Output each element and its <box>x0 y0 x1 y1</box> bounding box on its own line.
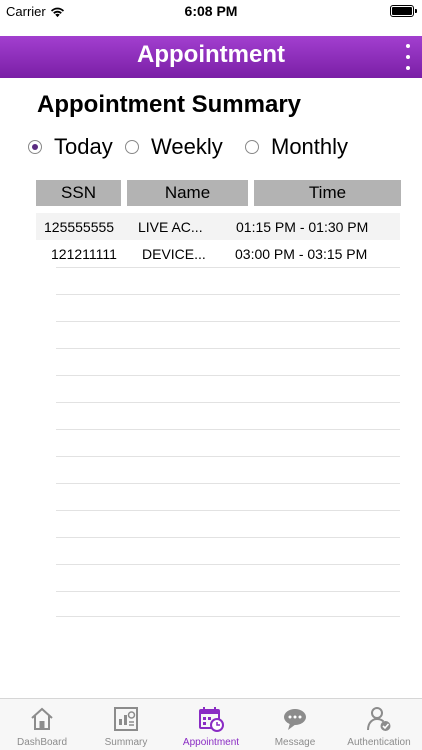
row-divider <box>56 483 400 484</box>
battery-icon <box>390 5 417 17</box>
radio-label: Monthly <box>271 134 349 159</box>
tab-bar: DashBoard Summary Appointment Message Au… <box>0 698 422 750</box>
cell-name: LIVE AC... <box>138 219 203 235</box>
table-row[interactable]: 121211111 DEVICE... 03:00 PM - 03:15 PM <box>36 240 400 267</box>
tab-label: Summary <box>104 737 148 748</box>
status-time: 6:08 PM <box>184 3 238 19</box>
row-divider <box>56 456 400 457</box>
row-divider <box>56 375 400 376</box>
row-divider <box>56 591 400 592</box>
row-divider <box>56 429 400 430</box>
cell-time: 01:15 PM - 01:30 PM <box>236 219 369 235</box>
row-divider <box>56 294 400 295</box>
radio-label: Weekly <box>151 134 223 159</box>
report-icon <box>114 707 138 731</box>
row-divider <box>56 267 400 268</box>
chat-bubble-icon <box>284 709 306 730</box>
row-divider <box>56 564 400 565</box>
radio-label: Today <box>54 134 113 159</box>
tab-dashboard[interactable]: DashBoard <box>0 699 84 750</box>
tab-label: Appointment <box>182 737 240 748</box>
row-divider <box>56 402 400 403</box>
status-bar: Carrier 6:08 PM <box>0 0 422 22</box>
column-header-name: Name <box>127 180 248 206</box>
tab-message[interactable]: Message <box>254 699 336 750</box>
app-header: Appointment <box>0 36 422 78</box>
home-icon <box>31 707 53 730</box>
row-divider <box>56 348 400 349</box>
more-vertical-icon[interactable] <box>402 44 414 70</box>
column-header-ssn: SSN <box>36 180 121 206</box>
cell-ssn: 125555555 <box>44 219 115 235</box>
tab-authentication[interactable]: Authentication <box>336 699 422 750</box>
tab-appointment[interactable]: Appointment <box>168 699 254 750</box>
radio-button-checked[interactable] <box>28 140 42 154</box>
cell-ssn: 121211111 <box>51 246 117 262</box>
row-divider <box>56 321 400 322</box>
column-header-time: Time <box>254 180 401 206</box>
page-title: Appointment <box>137 41 285 68</box>
cell-name: DEVICE... <box>142 246 206 262</box>
tab-label: Authentication <box>347 737 411 748</box>
calendar-clock-icon <box>199 707 224 732</box>
table-row[interactable]: 125555555 LIVE AC... 01:15 PM - 01:30 PM <box>36 213 400 240</box>
summary-title: Appointment Summary <box>37 91 302 118</box>
radio-today[interactable]: Today <box>28 134 113 160</box>
row-divider <box>56 510 400 511</box>
radio-button[interactable] <box>125 140 139 154</box>
cell-time: 03:00 PM - 03:15 PM <box>235 246 368 262</box>
radio-monthly[interactable]: Monthly <box>245 134 348 160</box>
user-check-icon <box>367 707 391 731</box>
radio-weekly[interactable]: Weekly <box>125 134 223 160</box>
row-divider <box>56 537 400 538</box>
tab-label: DashBoard <box>16 737 68 748</box>
tab-label: Message <box>274 737 316 748</box>
radio-button[interactable] <box>245 140 259 154</box>
range-radio-group: Today Weekly Monthly <box>0 134 422 162</box>
row-divider <box>56 616 400 617</box>
tab-summary[interactable]: Summary <box>84 699 168 750</box>
